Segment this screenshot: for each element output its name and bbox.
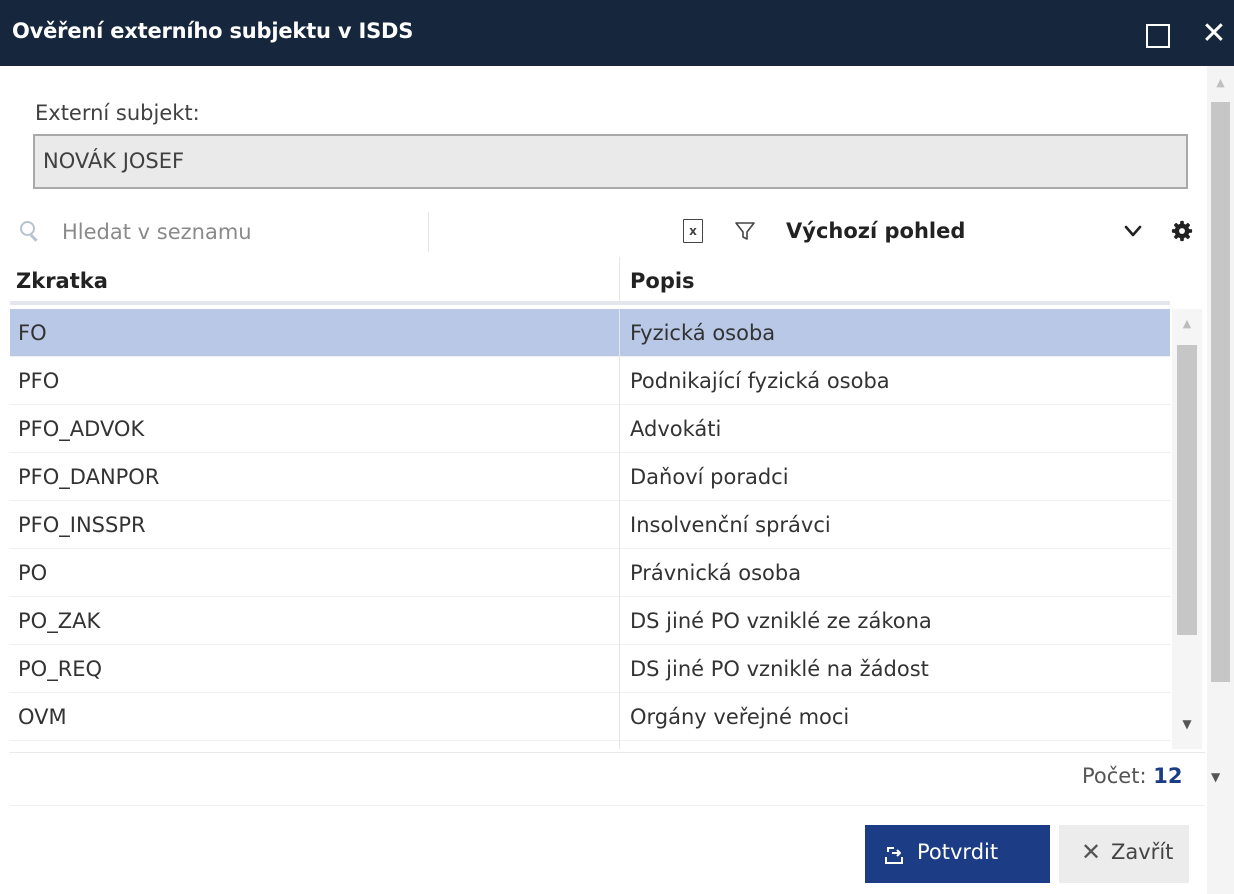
cell-code: PFO_ADVOK <box>18 417 145 441</box>
table-row[interactable]: PFO Podnikající fyzická osoba <box>10 357 1170 405</box>
table-row[interactable]: OVM Orgány veřejné moci <box>10 693 1170 741</box>
scrollbar-thumb[interactable] <box>1177 345 1197 635</box>
table-row[interactable]: PFO_ADVOK Advokáti <box>10 405 1170 453</box>
table-row[interactable]: PFO_DANPOR Daňoví poradci <box>10 453 1170 501</box>
grid-scrollbar[interactable]: ▲ ▼ <box>1172 309 1202 749</box>
record-count: Počet: 12 <box>1082 764 1182 788</box>
confirm-icon <box>885 847 903 864</box>
scroll-up-icon[interactable]: ▲ <box>1172 317 1202 330</box>
confirm-button[interactable]: Potvrdit <box>865 825 1050 883</box>
cell-code: PFO_DANPOR <box>18 465 160 489</box>
maximize-icon[interactable] <box>1146 24 1170 48</box>
cell-code: FO <box>18 321 47 345</box>
cell-description: Fyzická osoba <box>630 321 776 345</box>
scroll-down-icon[interactable]: ▼ <box>1211 770 1220 784</box>
cell-code: PO_ZAK <box>18 609 101 633</box>
scroll-up-icon[interactable]: ▲ <box>1207 68 1234 98</box>
record-count-label: Počet: <box>1082 764 1147 788</box>
toolbar-divider <box>428 212 429 252</box>
table-row[interactable]: PO_ZAK DS jiné PO vzniklé ze zákona <box>10 597 1170 645</box>
scrollbar-thumb[interactable] <box>1211 102 1230 682</box>
grid-header: Zkratka Popis <box>10 257 1170 305</box>
external-subject-field: NOVÁK JOSEF <box>33 134 1188 189</box>
cell-description: Daňoví poradci <box>630 465 789 489</box>
cell-description: Advokáti <box>630 417 722 441</box>
cell-description: Podnikající fyzická osoba <box>630 369 890 393</box>
table-row[interactable]: PFO_INSSPR Insolvenční správci <box>10 501 1170 549</box>
search-box[interactable] <box>10 208 428 256</box>
dialog-titlebar: Ověření externího subjektu v ISDS ✕ <box>0 0 1234 66</box>
table-row[interactable]: PO Právnická osoba <box>10 549 1170 597</box>
table-row[interactable]: PO_REQ DS jiné PO vzniklé na žádost <box>10 645 1170 693</box>
cell-description: Orgány veřejné moci <box>630 705 850 729</box>
cell-code: OVM <box>18 705 67 729</box>
external-subject-label: Externí subjekt: <box>35 101 200 125</box>
dialog-title: Ověření externího subjektu v ISDS <box>12 19 414 43</box>
record-count-value: 12 <box>1153 764 1183 788</box>
cell-code: PO <box>18 561 48 585</box>
cell-code: PFO_INSSPR <box>18 513 146 537</box>
close-icon: ✕ <box>1081 838 1102 866</box>
column-header-code[interactable]: Zkratka <box>16 257 108 305</box>
table-row[interactable]: FO Fyzická osoba <box>10 309 1170 357</box>
cell-code: PFO <box>18 369 60 393</box>
cell-description: Insolvenční správci <box>630 513 831 537</box>
chevron-down-icon <box>1124 225 1142 237</box>
column-header-description[interactable]: Popis <box>630 257 695 305</box>
column-divider <box>619 257 620 303</box>
divider <box>10 752 1205 753</box>
divider <box>10 805 1205 806</box>
close-button[interactable]: ✕ Zavřít <box>1059 825 1189 883</box>
view-select[interactable]: Výchozí pohled <box>772 208 1170 256</box>
cell-description: Právnická osoba <box>630 561 802 585</box>
cell-description: DS jiné PO vzniklé na žádost <box>630 657 929 681</box>
confirm-button-label: Potvrdit <box>917 840 999 864</box>
scroll-down-icon[interactable]: ▼ <box>1172 717 1202 731</box>
excel-export-icon[interactable]: x <box>683 219 703 243</box>
cell-code: PO_REQ <box>18 657 103 681</box>
gear-icon[interactable] <box>1171 220 1193 242</box>
close-icon[interactable]: ✕ <box>1196 14 1232 54</box>
cell-description: DS jiné PO vzniklé ze zákona <box>630 609 932 633</box>
grid-body: FO Fyzická osoba PFO Podnikající fyzická… <box>10 309 1170 749</box>
view-select-label: Výchozí pohled <box>786 219 966 243</box>
search-icon <box>20 221 38 242</box>
filter-icon[interactable] <box>734 220 756 242</box>
close-button-label: Zavřít <box>1111 840 1174 864</box>
column-divider <box>619 309 620 749</box>
search-input[interactable] <box>62 208 422 256</box>
